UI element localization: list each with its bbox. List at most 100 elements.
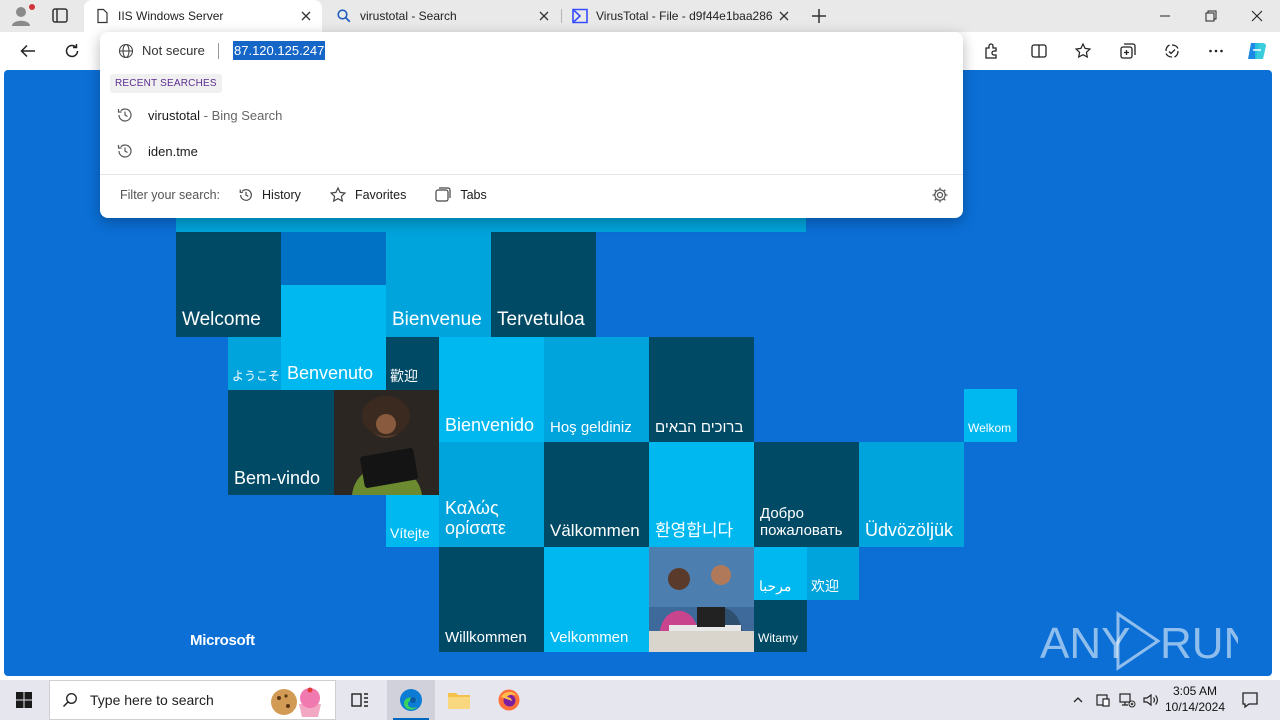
tile-bienvenue: Bienvenue — [386, 232, 491, 337]
close-tab-icon[interactable] — [298, 8, 314, 24]
tab-label: IIS Windows Server — [118, 9, 224, 23]
tile-udvozoljuk: Üdvözöljük — [859, 442, 964, 547]
tile-korean: 환영합니다 — [649, 442, 754, 547]
tab-iis-windows-server[interactable]: IIS Windows Server — [84, 0, 322, 32]
suggestion-virustotal[interactable]: virustotal - Bing Search — [100, 98, 963, 132]
photo-woman-laptop — [334, 390, 439, 495]
tile-text-line1: Καλώς — [445, 497, 499, 518]
tile-text-line2: пожаловать — [760, 521, 843, 539]
gear-icon[interactable] — [931, 186, 949, 204]
back-button[interactable] — [14, 37, 42, 65]
minimize-button[interactable] — [1142, 0, 1188, 32]
filter-tabs-label: Tabs — [460, 188, 487, 202]
new-tab-button[interactable] — [808, 5, 830, 27]
close-tab-icon[interactable] — [776, 8, 792, 24]
close-tab-icon[interactable] — [536, 8, 552, 24]
security-status[interactable]: Not secure — [142, 43, 205, 58]
tile-tervetuloa: Tervetuloa — [491, 232, 596, 337]
filter-tabs-button[interactable]: Tabs — [434, 186, 487, 204]
taskbar-file-explorer[interactable] — [435, 680, 483, 720]
search-highlight-cookie-icon — [267, 684, 327, 720]
folder-icon — [448, 693, 470, 709]
tile-text: Vítejte — [390, 524, 430, 541]
collections-icon[interactable] — [1114, 37, 1142, 65]
tile-text: Tervetuloa — [497, 309, 585, 331]
filter-favorites-button[interactable]: Favorites — [329, 186, 406, 204]
more-options-icon[interactable] — [1202, 37, 1230, 65]
close-window-button[interactable] — [1234, 0, 1280, 32]
system-clock[interactable]: 3:05 AM 10/14/2024 — [1160, 683, 1230, 715]
taskbar: Type here to search 3:05 AM 10/14/2024 — [0, 680, 1280, 720]
extensions-icon[interactable] — [977, 37, 1005, 65]
restore-button[interactable] — [1188, 0, 1234, 32]
tile-welkom: Welkom — [964, 389, 1017, 442]
taskbar-firefox[interactable] — [485, 680, 533, 720]
split-screen-icon[interactable] — [1025, 37, 1053, 65]
tile-text: Καλώς ορίσατε — [445, 498, 506, 539]
url-separator — [218, 43, 219, 59]
history-clock-icon — [116, 106, 134, 124]
microsoft-logo: Microsoft — [190, 632, 255, 649]
search-placeholder: Type here to search — [90, 692, 214, 708]
profile-avatar-icon[interactable] — [9, 4, 35, 28]
search-filter-row: Filter your search: History Favorites Ta… — [100, 178, 963, 212]
tile-text: Välkommen — [550, 521, 640, 541]
suggestion-iden-tme[interactable]: iden.tme — [100, 134, 963, 168]
network-icon[interactable] — [1117, 680, 1137, 720]
tab-virustotal-search[interactable]: virustotal - Search — [326, 0, 560, 32]
tile-huanying-simplified: 欢迎 — [807, 547, 859, 600]
history-icon — [239, 189, 252, 201]
copilot-icon[interactable] — [1243, 37, 1271, 65]
tile-text: 欢迎 — [811, 577, 839, 594]
workspaces-icon[interactable] — [47, 6, 73, 26]
defender-shield-icon[interactable] — [1094, 680, 1112, 720]
tile-text: 歡迎 — [390, 367, 418, 384]
tile-welcome: Welcome — [176, 232, 281, 337]
tile-text: ようこそ — [232, 369, 281, 384]
tile-text-line2: ορίσατε — [445, 518, 506, 539]
tab-label: VirusTotal - File - d9f44e1baa286 — [596, 9, 773, 23]
tile-valkommen: Välkommen — [544, 442, 649, 547]
filter-history-label: History — [262, 188, 301, 202]
taskbar-search-input[interactable]: Type here to search — [49, 680, 336, 720]
watermark-run: RUN — [1160, 619, 1238, 668]
tile-hebrew: ברוכים הבאים — [649, 337, 754, 442]
favorites-star-icon[interactable] — [1069, 37, 1097, 65]
filter-history-button[interactable]: History — [238, 187, 301, 203]
tile-dobro-pozhalovat: Добро пожаловать — [754, 442, 859, 547]
tile-huanying-traditional: 歡迎 — [386, 337, 439, 390]
filter-favorites-label: Favorites — [354, 188, 407, 202]
tile-text: Üdvözöljük — [865, 520, 954, 541]
notification-center-icon[interactable] — [1232, 680, 1268, 720]
tab-virustotal-file[interactable]: VirusTotal - File - d9f44e1baa286 — [562, 0, 800, 32]
tile-bem-vindo: Bem-vindo — [228, 390, 334, 495]
tile-benvenuto: Benvenuto — [281, 337, 386, 390]
suggestion-text: iden.tme — [148, 143, 198, 159]
watermark-any: ANY — [1040, 619, 1130, 668]
show-hidden-icons-chevron-icon[interactable] — [1070, 680, 1086, 720]
tile-text: Добро пожаловать — [760, 505, 842, 540]
edge-icon — [400, 689, 422, 711]
start-button[interactable] — [0, 680, 48, 720]
search-icon — [336, 8, 352, 24]
tile-text: مرحبا — [759, 577, 792, 594]
url-input[interactable]: 87.120.125.247 — [233, 41, 326, 60]
tile-bienvenido: Bienvenido — [439, 337, 544, 442]
browser-essentials-icon[interactable] — [1158, 37, 1186, 65]
tile-text: Velkommen — [550, 628, 629, 646]
tile-vitejte: Vítejte — [386, 495, 439, 547]
task-view-button[interactable] — [336, 680, 384, 720]
tile-text: Witamy — [758, 631, 798, 646]
address-bar[interactable]: Not secure 87.120.125.247 — [100, 32, 963, 70]
globe-icon[interactable] — [118, 43, 134, 59]
filter-label: Filter your search: — [120, 188, 221, 202]
tile-text: ברוכים הבאים — [655, 418, 744, 436]
taskbar-edge[interactable] — [387, 680, 435, 720]
tile-text-line1: Добро — [760, 504, 804, 522]
tile-hos-geldiniz: Hoş geldiniz — [544, 337, 649, 442]
refresh-button[interactable] — [58, 37, 86, 65]
volume-icon[interactable] — [1141, 680, 1161, 720]
tab-strip: IIS Windows Server virustotal - Search V… — [0, 0, 1280, 32]
notification-dot — [29, 4, 35, 10]
dropdown-divider — [100, 174, 963, 175]
